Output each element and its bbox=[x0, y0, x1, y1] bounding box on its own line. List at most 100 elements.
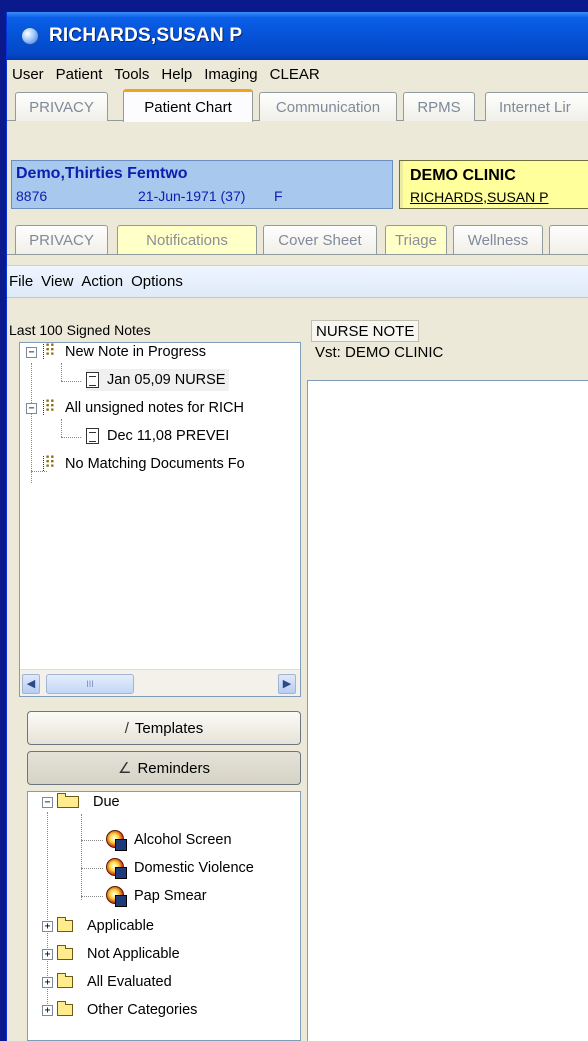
tree-line bbox=[31, 363, 32, 483]
collapse-icon[interactable]: − bbox=[26, 402, 37, 414]
reminder-label: Domestic Violence bbox=[134, 860, 254, 876]
expand-icon[interactable]: + bbox=[42, 976, 53, 988]
menu-action[interactable]: Action bbox=[81, 273, 123, 290]
note-title: NURSE NOTE bbox=[311, 320, 420, 342]
document-icon bbox=[86, 428, 99, 444]
reminder-folder-not-applicable[interactable]: + Not Applicable bbox=[42, 943, 180, 965]
templates-button-label: Templates bbox=[134, 719, 204, 737]
tree-line bbox=[61, 437, 81, 438]
folder-icon bbox=[57, 973, 73, 988]
reminder-label: Pap Smear bbox=[134, 888, 207, 904]
app-icon bbox=[21, 27, 39, 45]
templates-toggle-icon: / bbox=[124, 719, 129, 737]
chart-tab-row: PRIVACY Notifications Cover Sheet Triage… bbox=[7, 222, 588, 255]
open-folder-icon bbox=[57, 793, 79, 808]
tab-communication[interactable]: Communication bbox=[259, 92, 397, 121]
note-item-label: Dec 11,08 PREVEI bbox=[107, 428, 230, 444]
note-view-pane: NURSE NOTE Vst: DEMO CLINIC bbox=[301, 298, 588, 1041]
tab-privacy[interactable]: PRIVACY bbox=[15, 92, 108, 121]
note-item[interactable]: Jan 05,09 NURSE bbox=[86, 369, 230, 391]
tree-line bbox=[61, 363, 62, 381]
left-pane: Last 100 Signed Notes − New Note in Prog… bbox=[7, 298, 301, 1041]
scroll-left-icon[interactable]: ◀ bbox=[22, 674, 40, 694]
folder-label: Applicable bbox=[87, 918, 154, 934]
notes-tree[interactable]: − New Note in Progress Jan 05,09 NURSE −… bbox=[19, 342, 301, 697]
note-group-label: All unsigned notes for RICH bbox=[65, 400, 244, 416]
reminder-folder-all-evaluated[interactable]: + All Evaluated bbox=[42, 971, 172, 993]
folder-label: All Evaluated bbox=[87, 974, 172, 990]
menu-help[interactable]: Help bbox=[161, 66, 192, 83]
reminders-toggle-icon: ∠ bbox=[118, 760, 132, 777]
clinic-name: DEMO CLINIC bbox=[410, 167, 516, 184]
menu-file[interactable]: File bbox=[9, 273, 33, 290]
reminder-due-icon bbox=[106, 858, 127, 879]
folder-label: Due bbox=[93, 794, 120, 810]
tab-patient-chart[interactable]: Patient Chart bbox=[123, 89, 253, 122]
patient-sex: F bbox=[274, 188, 283, 204]
window-title: RICHARDS,SUSAN P bbox=[49, 25, 243, 46]
folder-icon bbox=[57, 945, 73, 960]
reminders-button-label: Reminders bbox=[137, 759, 210, 777]
tab-chart-privacy[interactable]: PRIVACY bbox=[15, 225, 108, 254]
menu-tools[interactable]: Tools bbox=[114, 66, 149, 83]
tab-next[interactable] bbox=[549, 225, 588, 254]
tab-internet-links[interactable]: Internet Lir bbox=[485, 92, 588, 121]
reminder-item[interactable]: Alcohol Screen bbox=[106, 829, 232, 851]
reminders-tree[interactable]: − Due Alcohol Screen Domestic Violence P… bbox=[27, 791, 301, 1041]
expand-icon[interactable]: + bbox=[42, 948, 53, 960]
folder-label: Other Categories bbox=[87, 1002, 198, 1018]
menu-user[interactable]: User bbox=[12, 66, 44, 83]
patient-header: Demo,Thirties Femtwo 8876 21-Jun-1971 (3… bbox=[7, 156, 588, 211]
menu-imaging[interactable]: Imaging bbox=[204, 66, 257, 83]
notes-menu-bar: File View Action Options bbox=[7, 265, 588, 298]
note-group-unsigned[interactable]: − All unsigned notes for RICH bbox=[26, 397, 244, 419]
tab-cover-sheet[interactable]: Cover Sheet bbox=[263, 225, 377, 254]
menu-options[interactable]: Options bbox=[131, 273, 183, 290]
patient-name: Demo,Thirties Femtwo bbox=[16, 165, 188, 182]
note-group-label: New Note in Progress bbox=[65, 344, 207, 360]
patient-info-box[interactable]: Demo,Thirties Femtwo 8876 21-Jun-1971 (3… bbox=[11, 160, 393, 209]
notes-list-header: Last 100 Signed Notes bbox=[9, 322, 151, 338]
tree-line bbox=[81, 840, 103, 841]
reminder-due-icon bbox=[106, 886, 127, 907]
reminder-folder-due[interactable]: − Due bbox=[42, 792, 120, 813]
menu-clear[interactable]: CLEAR bbox=[270, 66, 320, 83]
reminder-item[interactable]: Pap Smear bbox=[106, 885, 207, 907]
expand-icon[interactable]: + bbox=[42, 1004, 53, 1016]
folder-icon bbox=[57, 1001, 73, 1016]
scroll-thumb[interactable]: III bbox=[46, 674, 134, 694]
note-group-icon bbox=[41, 343, 59, 361]
note-text-area[interactable] bbox=[307, 380, 588, 1041]
tab-wellness[interactable]: Wellness bbox=[453, 225, 543, 254]
menu-view[interactable]: View bbox=[41, 273, 73, 290]
note-group-label: No Matching Documents Fo bbox=[65, 456, 245, 472]
note-group-icon bbox=[41, 397, 59, 417]
templates-button[interactable]: / Templates bbox=[27, 711, 301, 745]
note-item[interactable]: Dec 11,08 PREVEI bbox=[86, 425, 229, 447]
note-item-label: Jan 05,09 NURSE bbox=[107, 372, 226, 388]
collapse-icon[interactable]: − bbox=[26, 346, 37, 358]
note-group-in-progress[interactable]: − New Note in Progress bbox=[26, 343, 207, 363]
collapse-icon[interactable]: − bbox=[42, 796, 53, 808]
document-icon bbox=[86, 372, 99, 388]
tab-notifications[interactable]: Notifications bbox=[117, 225, 257, 254]
reminder-folder-other-categories[interactable]: + Other Categories bbox=[42, 999, 197, 1021]
folder-icon bbox=[57, 917, 73, 932]
reminders-button[interactable]: ∠ Reminders bbox=[27, 751, 301, 785]
horizontal-scrollbar[interactable]: ◀ III ▶ bbox=[20, 669, 300, 696]
folder-label: Not Applicable bbox=[87, 946, 180, 962]
note-group-icon bbox=[41, 453, 59, 473]
clinic-provider: RICHARDS,SUSAN P bbox=[410, 189, 549, 205]
note-visit: Vst: DEMO CLINIC bbox=[315, 344, 444, 361]
tab-triage[interactable]: Triage bbox=[385, 225, 447, 254]
expand-icon[interactable]: + bbox=[42, 920, 53, 932]
reminder-item[interactable]: Domestic Violence bbox=[106, 857, 254, 879]
title-bar[interactable]: RICHARDS,SUSAN P bbox=[7, 12, 588, 60]
tab-rpms[interactable]: RPMS bbox=[403, 92, 475, 121]
scroll-right-icon[interactable]: ▶ bbox=[278, 674, 296, 694]
reminder-folder-applicable[interactable]: + Applicable bbox=[42, 915, 154, 937]
menu-bar: User Patient Tools Help Imaging CLEAR bbox=[7, 60, 588, 89]
note-group-no-matching[interactable]: No Matching Documents Fo bbox=[41, 453, 245, 475]
menu-patient[interactable]: Patient bbox=[56, 66, 103, 83]
clinic-info-box[interactable]: DEMO CLINIC RICHARDS,SUSAN P bbox=[399, 160, 588, 209]
